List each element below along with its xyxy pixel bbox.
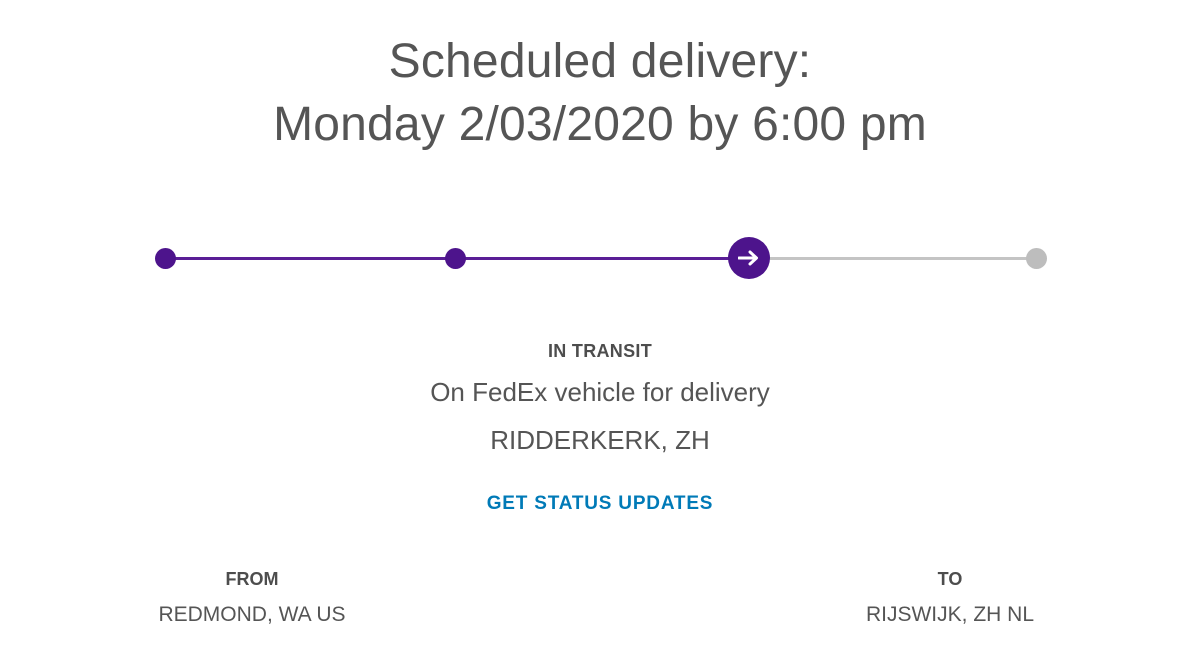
arrow-right-icon — [738, 250, 758, 266]
from-location: REDMOND, WA US — [158, 603, 346, 626]
to-label: TO — [937, 569, 963, 589]
progress-track-remaining — [750, 257, 1037, 260]
delivery-date-heading: Monday 2/03/2020 by 6:00 pm — [273, 98, 927, 151]
progress-step-2 — [445, 248, 466, 269]
get-status-updates-container: GET STATUS UPDATES — [0, 493, 1200, 515]
scheduled-delivery-heading: Scheduled delivery: — [388, 35, 812, 88]
status-description: On FedEx vehicle for delivery — [430, 377, 770, 407]
to-location: RIJSWIJK, ZH NL — [865, 603, 1034, 626]
progress-step-current — [728, 237, 770, 279]
get-status-updates-link[interactable]: GET STATUS UPDATES — [487, 493, 714, 514]
progress-step-1 — [155, 248, 176, 269]
status-location: RIDDERKERK, ZH — [490, 425, 710, 455]
from-label: FROM — [225, 569, 279, 589]
status-label: IN TRANSIT — [548, 341, 652, 361]
progress-step-4 — [1026, 248, 1047, 269]
progress-track-completed — [165, 257, 750, 260]
